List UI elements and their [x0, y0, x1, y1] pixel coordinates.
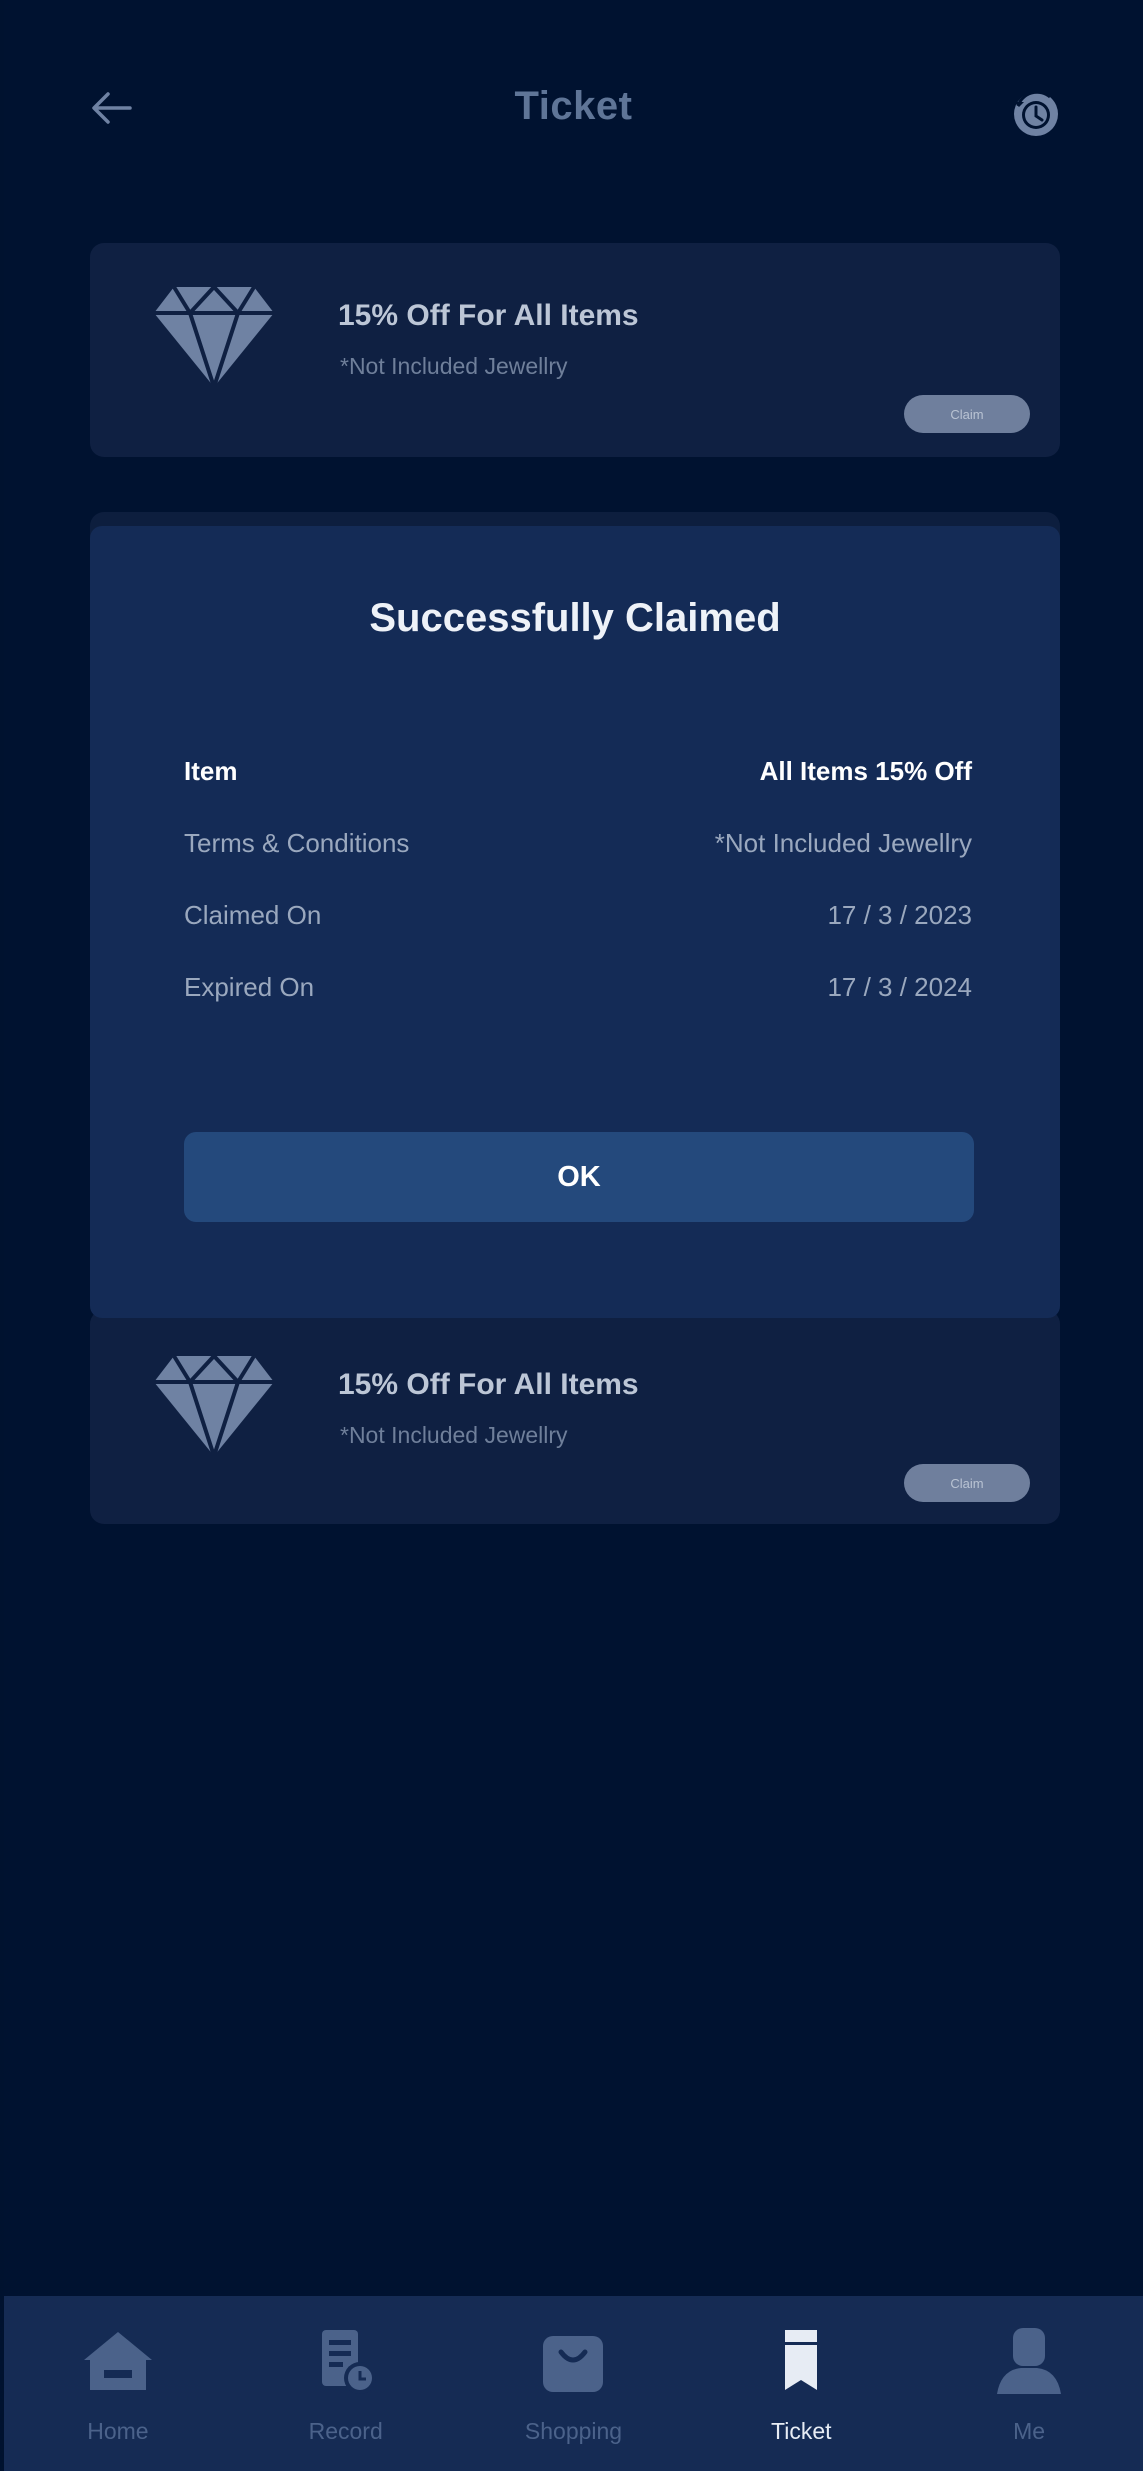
claim-button[interactable]: Claim — [904, 395, 1030, 433]
detail-value: *Not Included Jewellry — [714, 828, 972, 858]
nav-label: Shopping — [524, 2418, 623, 2444]
ticket-title: 15% Off For All Items — [338, 1368, 639, 1401]
nav-label: Record — [308, 2418, 383, 2444]
ticket-card: 15% Off For All Items *Not Included Jewe… — [90, 243, 1060, 457]
history-button[interactable] — [1010, 88, 1062, 140]
detail-label: Item — [184, 756, 238, 786]
ticket-subtitle: *Not Included Jewellry — [340, 353, 568, 379]
ticket-icon — [785, 2330, 818, 2390]
record-icon — [321, 2330, 376, 2394]
claim-button[interactable]: Claim — [904, 1464, 1030, 1502]
home-icon — [83, 2332, 152, 2390]
detail-value: All Items 15% Off — [759, 756, 972, 786]
ok-button[interactable]: OK — [184, 1132, 974, 1222]
detail-value: 17 / 3 / 2023 — [827, 900, 972, 930]
detail-label: Terms & Conditions — [184, 828, 410, 858]
bottom-nav: Home Record Shopping Ticket Me — [4, 2296, 1143, 2471]
diamond-icon — [154, 284, 274, 389]
page-title: Ticket — [514, 84, 633, 128]
nav-item-home[interactable]: Home — [4, 2296, 232, 2471]
nav-label: Me — [1013, 2418, 1046, 2444]
nav-label: Home — [87, 2418, 149, 2444]
nav-label: Ticket — [771, 2418, 832, 2444]
shopping-bag-icon — [543, 2336, 604, 2392]
ticket-subtitle: *Not Included Jewellry — [340, 1422, 568, 1448]
detail-label: Claimed On — [184, 900, 322, 930]
modal-title: Successfully Claimed — [369, 596, 781, 640]
detail-row-claimed-on: Claimed On 17 / 3 / 2023 — [184, 900, 972, 931]
nav-item-record[interactable]: Record — [232, 2296, 460, 2471]
detail-label: Expired On — [184, 972, 315, 1002]
ticket-screen: Ticket 15% Off For All Items *Not Includ… — [4, 0, 1143, 2471]
detail-row-expired-on: Expired On 17 / 3 / 2024 — [184, 972, 972, 1003]
nav-item-shopping[interactable]: Shopping — [460, 2296, 688, 2471]
nav-item-ticket[interactable]: Ticket — [687, 2296, 915, 2471]
detail-value: 17 / 3 / 2024 — [827, 972, 972, 1002]
header: Ticket — [4, 0, 1143, 220]
history-clock-icon — [1014, 90, 1058, 136]
nav-item-me[interactable]: Me — [915, 2296, 1143, 2471]
user-icon — [997, 2328, 1062, 2394]
detail-row-terms: Terms & Conditions *Not Included Jewellr… — [184, 828, 972, 859]
diamond-icon — [154, 1353, 274, 1458]
ticket-title: 15% Off For All Items — [338, 299, 639, 332]
claimed-modal: Successfully Claimed Item All Items 15% … — [90, 526, 1060, 1318]
ticket-card: 15% Off For All Items *Not Included Jewe… — [90, 1310, 1060, 1524]
detail-row-item: Item All Items 15% Off — [184, 756, 972, 787]
